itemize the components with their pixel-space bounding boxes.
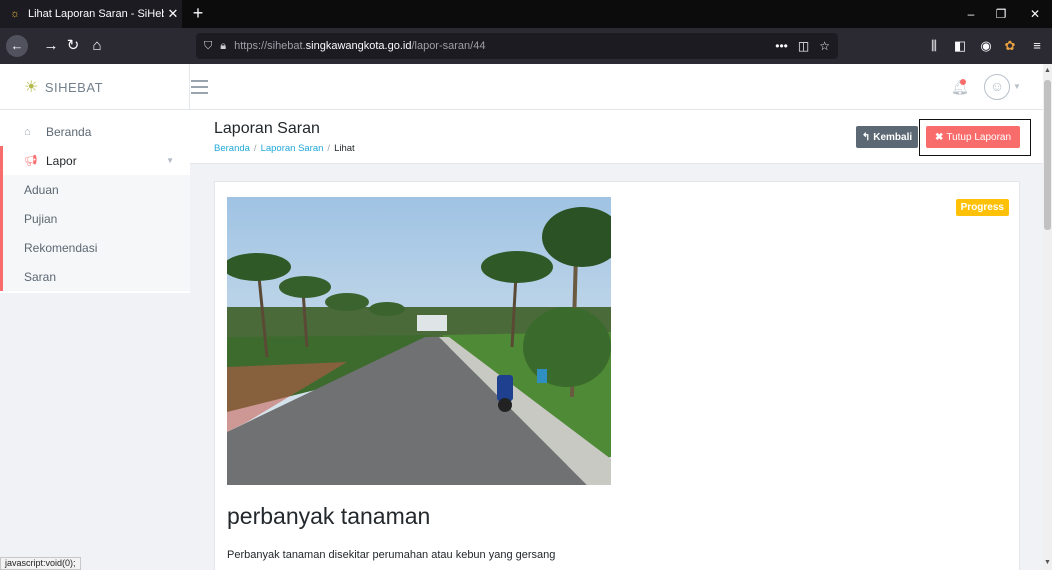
page-title: Laporan Saran bbox=[214, 120, 320, 137]
browser-navbar: ← → ↻ ⌂ ⛉ 🔒︎ https://sihebat. singkawangk… bbox=[0, 28, 1052, 64]
report-title: perbanyak tanaman bbox=[227, 503, 431, 529]
sidebar-toggle-icon[interactable]: ◧ bbox=[951, 37, 969, 55]
report-photo[interactable] bbox=[227, 197, 611, 485]
page-scrollbar[interactable]: ▲ ▼ bbox=[1043, 64, 1052, 570]
back-arrow-icon[interactable]: ← bbox=[6, 35, 28, 57]
close-window-icon[interactable]: ✕ bbox=[1020, 0, 1050, 28]
status-badge: Progress bbox=[955, 199, 1009, 216]
sidebar-item-saran[interactable]: Saran bbox=[0, 262, 190, 291]
close-tab-icon[interactable]: ✕ bbox=[164, 6, 182, 22]
sidebar-item-lapor[interactable]: 📢︎ Lapor ▼ bbox=[0, 146, 190, 175]
lock-icon: 🔒︎ bbox=[220, 39, 227, 52]
page-actions-icon[interactable]: ••• bbox=[775, 39, 788, 53]
url-host: singkawangkota.go.id bbox=[305, 40, 412, 52]
restore-window-icon[interactable]: ❐ bbox=[986, 0, 1016, 28]
page-header: Laporan Saran Beranda / Laporan Saran / Liha… bbox=[190, 110, 1043, 164]
sidebar-item-rekomendasi[interactable]: Rekomendasi bbox=[0, 233, 190, 262]
sidebar-item-label: Lapor bbox=[46, 153, 77, 168]
sidebar-item-aduan[interactable]: Aduan bbox=[0, 175, 190, 204]
app-header: ☀ SIHEBAT 🔔︎ ☺ ▼ bbox=[0, 64, 1043, 110]
scroll-up-arrow-icon[interactable]: ▲ bbox=[1043, 66, 1052, 76]
notification-bell-icon[interactable]: 🔔︎ bbox=[951, 78, 969, 96]
url-bar[interactable]: ⛉ 🔒︎ https://sihebat. singkawangkota.go.i… bbox=[196, 33, 838, 59]
report-description: Perbanyak tanaman disekitar perumahan at… bbox=[227, 549, 556, 561]
browser-tab-strip: ☼ Lihat Laporan Saran - SiHebat ✕ + – ❐ … bbox=[0, 0, 1052, 28]
menu-icon[interactable]: ≡ bbox=[1028, 37, 1046, 55]
close-icon: ✖ bbox=[934, 131, 944, 143]
bookmark-star-icon[interactable]: ☆ bbox=[819, 39, 830, 53]
extension-icon[interactable]: ✿ bbox=[1001, 37, 1019, 55]
browser-tab-title: Lihat Laporan Saran - SiHebat bbox=[28, 8, 164, 20]
sidebar-item-label: Beranda bbox=[46, 124, 92, 139]
sidebar-toggle-button[interactable] bbox=[191, 76, 211, 98]
browser-status-bar: javascript:void(0); bbox=[0, 557, 81, 570]
scrollbar-thumb[interactable] bbox=[1044, 80, 1051, 230]
chevron-down-icon: ▼ bbox=[166, 156, 174, 165]
browser-tab[interactable]: ☼ Lihat Laporan Saran - SiHebat ✕ bbox=[0, 0, 182, 28]
url-prefix: https://sihebat. bbox=[234, 40, 306, 52]
forward-arrow-icon[interactable]: → bbox=[40, 35, 62, 57]
breadcrumb-link-beranda[interactable]: Beranda bbox=[214, 143, 250, 154]
back-button[interactable]: ↰ Kembali bbox=[856, 126, 918, 148]
breadcrumb-link-laporan-saran[interactable]: Laporan Saran bbox=[261, 143, 324, 154]
close-report-button[interactable]: ✖ Tutup Laporan bbox=[926, 126, 1020, 148]
site-favicon-icon: ☼ bbox=[10, 8, 21, 20]
sidebar-item-beranda[interactable]: ⌂ Beranda bbox=[0, 117, 190, 146]
account-icon[interactable]: ◉ bbox=[977, 37, 995, 55]
close-report-label: Tutup Laporan bbox=[946, 131, 1012, 143]
reload-icon[interactable]: ↻ bbox=[62, 35, 84, 57]
minimize-window-icon[interactable]: – bbox=[956, 0, 986, 28]
avatar[interactable]: ☺ bbox=[984, 74, 1010, 100]
home-icon[interactable]: ⌂ bbox=[86, 35, 108, 57]
megaphone-icon: 📢︎ bbox=[24, 155, 38, 167]
shield-icon: ⛉ bbox=[204, 39, 213, 52]
app-viewport: ☀ SIHEBAT 🔔︎ ☺ ▼ ⌂ Beranda 📢︎ Lapor ▼ Ad… bbox=[0, 64, 1043, 570]
url-path: /lapor-saran/44 bbox=[411, 40, 486, 52]
reply-arrow-icon: ↰ bbox=[861, 131, 871, 143]
home-icon: ⌂ bbox=[24, 125, 31, 138]
pocket-icon[interactable]: ◫ bbox=[798, 39, 809, 53]
new-tab-icon[interactable]: + bbox=[188, 3, 208, 23]
chevron-down-icon[interactable]: ▼ bbox=[1013, 82, 1021, 91]
brand-name: SIHEBAT bbox=[44, 79, 104, 95]
sidebar-item-pujian[interactable]: Pujian bbox=[0, 204, 190, 233]
sidebar: ⌂ Beranda 📢︎ Lapor ▼ Aduan Pujian Rekome… bbox=[0, 110, 190, 293]
brand[interactable]: ☀ SIHEBAT bbox=[0, 64, 190, 110]
report-card: Progress perbanyak tanaman Perbanyak tan… bbox=[214, 181, 1020, 570]
back-button-label: Kembali bbox=[873, 131, 913, 143]
main-content: Laporan Saran Beranda / Laporan Saran / Liha… bbox=[190, 110, 1043, 570]
breadcrumb-current: Lihat bbox=[334, 143, 355, 154]
scroll-down-arrow-icon[interactable]: ▼ bbox=[1043, 558, 1052, 568]
lightbulb-logo-icon: ☀ bbox=[24, 79, 39, 96]
breadcrumb: Beranda / Laporan Saran / Lihat bbox=[214, 143, 355, 154]
library-icon[interactable]: ⫼ bbox=[925, 37, 943, 55]
